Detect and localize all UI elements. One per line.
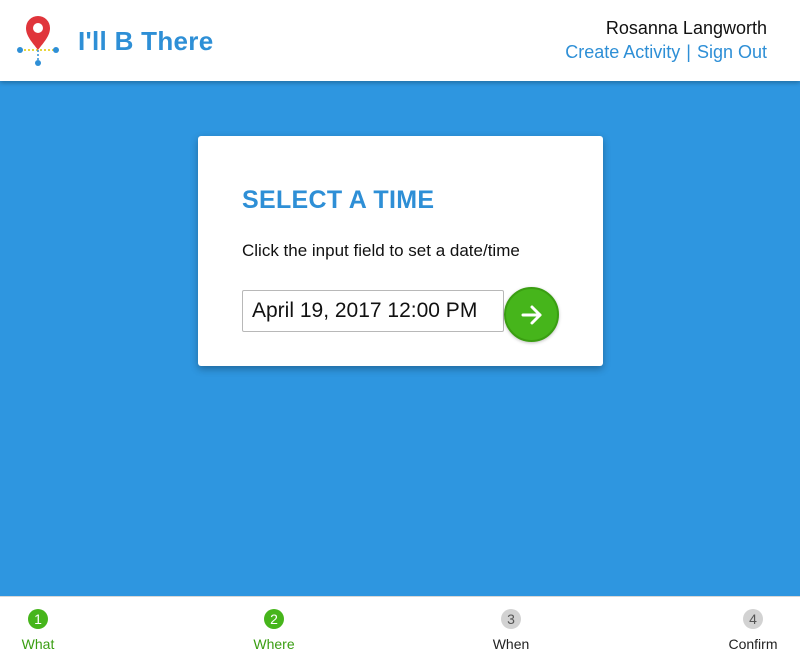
step-where[interactable]: 2 Where xyxy=(251,609,297,652)
step-label: When xyxy=(492,636,530,652)
brand-title[interactable]: I'll B There xyxy=(78,26,213,57)
header-links: Create Activity | Sign Out xyxy=(565,42,767,63)
app-header: I'll B There Rosanna Langworth Create Ac… xyxy=(0,0,800,81)
step-label: Where xyxy=(253,636,295,652)
create-activity-link[interactable]: Create Activity xyxy=(565,42,680,62)
step-label: Confirm xyxy=(728,636,778,652)
step-label: What xyxy=(21,636,55,652)
sign-out-link[interactable]: Sign Out xyxy=(697,42,767,62)
step-number: 2 xyxy=(264,609,284,629)
datetime-input[interactable] xyxy=(242,290,504,332)
next-button[interactable] xyxy=(504,287,559,342)
step-number: 1 xyxy=(28,609,48,629)
step-confirm[interactable]: 4 Confirm xyxy=(725,609,781,652)
card-instructions: Click the input field to set a date/time xyxy=(242,241,520,260)
step-number: 3 xyxy=(501,609,521,629)
link-separator: | xyxy=(686,42,691,62)
select-time-card: SELECT A TIME Click the input field to s… xyxy=(198,136,603,366)
step-what[interactable]: 1 What xyxy=(20,609,56,652)
progress-footer: 1 What 2 Where 3 When 4 Confirm xyxy=(0,596,800,660)
user-name: Rosanna Langworth xyxy=(605,18,767,38)
map-pin-icon[interactable] xyxy=(14,12,62,68)
step-number: 4 xyxy=(743,609,763,629)
arrow-right-icon xyxy=(521,305,541,324)
step-when[interactable]: 3 When xyxy=(490,609,532,652)
card-title: SELECT A TIME xyxy=(242,186,435,214)
